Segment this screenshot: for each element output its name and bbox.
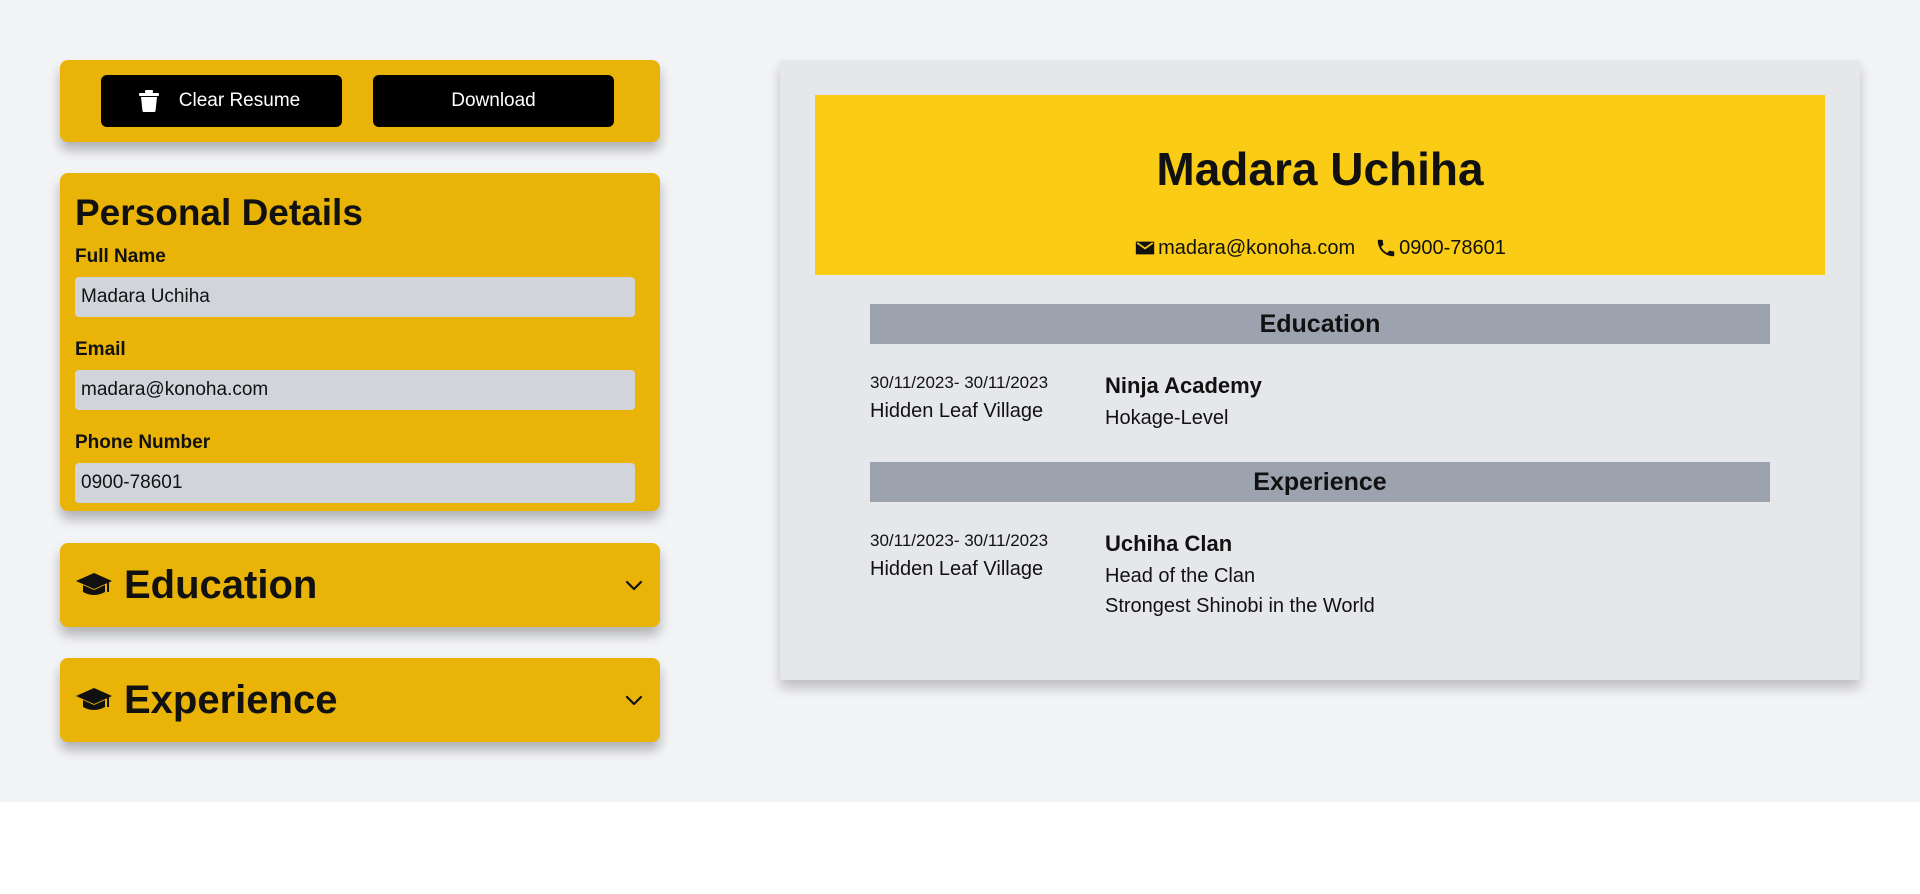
- contact-phone: 0900-78601: [1375, 236, 1506, 260]
- resume-preview: Madara Uchiha madara@konoha.com 0900-786…: [780, 60, 1860, 680]
- resume-header: Madara Uchiha madara@konoha.com 0900-786…: [815, 95, 1825, 275]
- full-name-label: Full Name: [75, 246, 166, 267]
- education-institution: Ninja Academy: [1105, 373, 1262, 398]
- clear-resume-label: Clear Resume: [178, 90, 301, 111]
- education-section-title: Education: [124, 562, 318, 607]
- graduation-cap-icon: [76, 573, 112, 595]
- clear-resume-button[interactable]: Clear Resume: [101, 75, 342, 127]
- contact-phone-text: 0900-78601: [1399, 237, 1506, 259]
- email-field[interactable]: [75, 370, 635, 410]
- full-name-field[interactable]: [75, 277, 635, 317]
- personal-details-panel: Personal Details Full Name Email Phone N…: [60, 173, 660, 511]
- graduation-cap-icon: [76, 688, 112, 710]
- education-heading: Education: [870, 304, 1770, 344]
- experience-heading: Experience: [870, 462, 1770, 502]
- experience-detail-1: Head of the Clan: [1105, 565, 1256, 587]
- education-detail: Hokage-Level: [1105, 407, 1229, 429]
- education-section-toggle[interactable]: Education: [60, 543, 660, 627]
- phone-number-field[interactable]: [75, 463, 635, 503]
- mail-icon: [1135, 241, 1155, 255]
- contact-info: madara@konoha.com 0900-78601: [815, 236, 1825, 260]
- experience-section-toggle[interactable]: Experience: [60, 658, 660, 742]
- experience-organization: Uchiha Clan: [1105, 531, 1233, 556]
- contact-email-text: madara@konoha.com: [1158, 237, 1356, 259]
- resume-name: Madara Uchiha: [1156, 143, 1484, 195]
- phone-number-label: Phone Number: [75, 432, 211, 453]
- education-location: Hidden Leaf Village: [870, 400, 1044, 422]
- experience-section-title: Experience: [124, 677, 338, 722]
- experience-location: Hidden Leaf Village: [870, 558, 1044, 580]
- download-button[interactable]: Download: [373, 75, 614, 127]
- contact-email: madara@konoha.com: [1134, 236, 1355, 260]
- personal-details-heading: Personal Details: [75, 192, 363, 233]
- experience-dates: 30/11/2023- 30/11/2023: [870, 531, 1049, 550]
- trash-icon: [139, 90, 159, 112]
- chevron-down-icon: [625, 695, 643, 706]
- email-label: Email: [75, 339, 126, 360]
- chevron-down-icon: [625, 580, 643, 591]
- resume-builder-app: Clear Resume Download Personal Details F…: [0, 0, 1920, 802]
- action-toolbar: Clear Resume Download: [60, 60, 660, 142]
- experience-detail-2: Strongest Shinobi in the World: [1105, 595, 1375, 617]
- phone-icon: [1377, 239, 1395, 257]
- education-dates: 30/11/2023- 30/11/2023: [870, 373, 1049, 392]
